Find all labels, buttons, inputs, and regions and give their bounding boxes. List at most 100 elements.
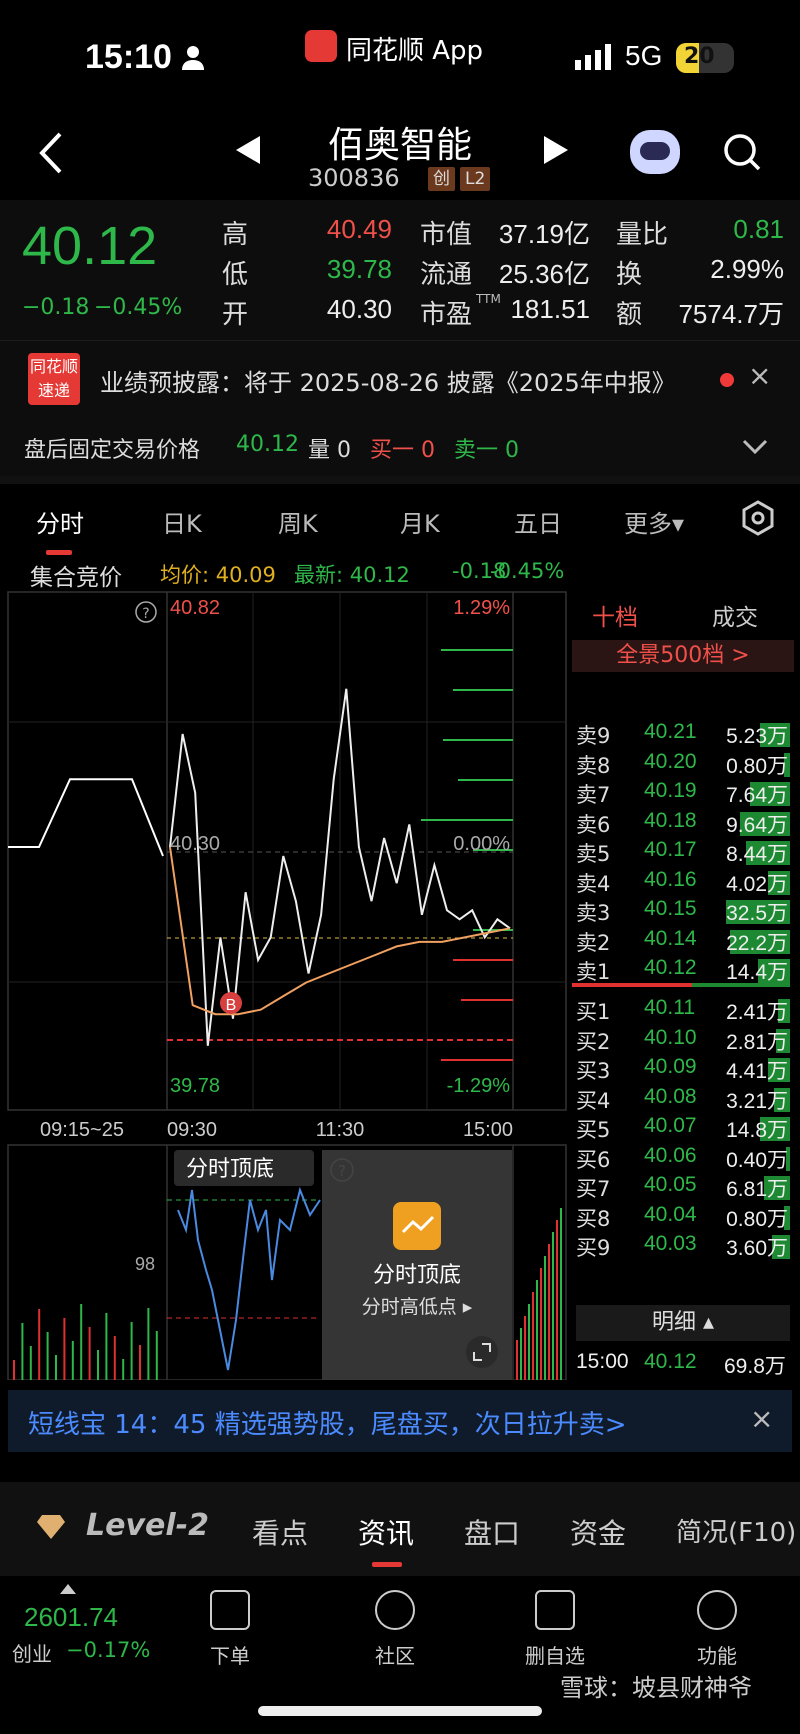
buy-level-volume: 3.21万 [726, 1089, 788, 1113]
order-volume-bars [421, 649, 513, 1061]
tab-more[interactable]: 更多▾ [624, 504, 684, 539]
sell-level-row[interactable]: 卖5 40.17 8.44万 [576, 838, 790, 868]
stock-code: 300836 [308, 164, 400, 192]
assistant-robot-icon[interactable] [630, 130, 680, 174]
chart-tabs: 分时 日K 周K 月K 五日 更多▾ [0, 476, 800, 555]
buy-level-row[interactable]: 买7 40.05 6.81万 [576, 1173, 790, 1203]
buy-level-volume: 2.81万 [726, 1030, 788, 1054]
price-change-pct: −0.45% [94, 295, 183, 320]
battery-icon: 20 [676, 43, 734, 73]
stock-header: 佰奥智能 300836 创 L2 [0, 110, 800, 200]
search-icon[interactable] [722, 132, 762, 172]
promo-banner[interactable]: 短线宝 14：45 精选强势股，尾盘买，次日拉升卖> × [8, 1390, 792, 1452]
tab-intraday[interactable]: 分时 [36, 504, 84, 539]
buy-level-price: 40.11 [644, 996, 695, 1019]
home-indicator[interactable] [258, 1706, 542, 1716]
after-hours-bid: 买一 0 [370, 438, 435, 463]
sell-level-row[interactable]: 卖1 40.12 14.4万 [576, 956, 790, 986]
sell-level-row[interactable]: 卖4 40.16 4.02万 [576, 868, 790, 898]
buy-level-row[interactable]: 买8 40.04 0.80万 [576, 1203, 790, 1233]
after-hours-price: 40.12 [236, 432, 299, 457]
latest-change-pct: -0.45% [490, 559, 565, 583]
index-up-icon [60, 1584, 76, 1594]
network-type: 5G [625, 40, 663, 71]
buy-level-row[interactable]: 买5 40.07 14.8万 [576, 1114, 790, 1144]
float-label: 流通 [420, 260, 473, 290]
logo-bottom-text: 速递 [37, 381, 70, 400]
index-value[interactable]: 2601.74 [24, 1602, 118, 1633]
expand-icon [466, 1336, 498, 1368]
board-tag: 创 [428, 167, 455, 191]
sell-level-label: 卖5 [576, 842, 611, 866]
app-name: 同花顺 App [346, 36, 484, 66]
nav-level2[interactable]: Level-2 [86, 1508, 209, 1543]
index-change: −0.17% [66, 1638, 151, 1662]
sell-level-volume: 8.44万 [726, 843, 788, 866]
full-depth-link[interactable]: 全景500档 > [572, 640, 794, 672]
sell-level-volume: 32.5万 [726, 902, 788, 925]
buy-level-volume: 3.60万 [726, 1237, 788, 1260]
indicator-series-line [177, 1186, 321, 1371]
settings-hexagon-icon[interactable] [740, 500, 776, 536]
tab-trades[interactable]: 成交 [712, 598, 758, 632]
sell-level-row[interactable]: 卖8 40.20 0.80万 [576, 750, 790, 780]
earnings-notice[interactable]: 同花顺速递 业绩预披露：将于 2025-08-26 披露《2025年中报》 × [0, 340, 800, 418]
last-trade-volume: 69.8万 [724, 1355, 786, 1378]
bid-ask-divider [572, 983, 790, 987]
float-value: 25.36亿 [498, 259, 590, 289]
intraday-chart[interactable]: B ? 40.82 40.30 39.78 1.29% 0.00% -1.29%… [0, 590, 572, 1380]
tab-ten-levels[interactable]: 十档 [592, 598, 638, 632]
tab-weekly[interactable]: 周K [278, 504, 318, 539]
sell-level-volume: 4.02万 [726, 872, 788, 896]
buy-level-row[interactable]: 买9 40.03 3.60万 [576, 1232, 790, 1262]
tab-monthly[interactable]: 月K [400, 504, 440, 539]
functions-button[interactable]: 功能 [672, 1590, 762, 1669]
sell-level-label: 卖4 [576, 871, 611, 896]
sell-level-row[interactable]: 卖9 40.21 5.23万 [576, 720, 790, 750]
buy-level-row[interactable]: 买4 40.08 3.21万 [576, 1085, 790, 1115]
buy-level-row[interactable]: 买1 40.11 2.41万 [576, 996, 790, 1026]
sell-level-row[interactable]: 卖7 40.19 7.64万 [576, 779, 790, 809]
remove-watch-button[interactable]: 删自选 [510, 1590, 600, 1669]
chevron-down-icon[interactable] [742, 438, 768, 456]
status-bar: 15:10 同花顺 App 5G 20 [0, 0, 800, 110]
after-hours-row[interactable]: 盘后固定交易价格 40.12 量 0 买一 0 卖一 0 [0, 418, 800, 476]
notice-close-icon[interactable]: × [748, 359, 771, 392]
nav-orderbook[interactable]: 盘口 [464, 1512, 520, 1552]
chart-info-line: 集合竞价 均价: 40.09 最新: 40.12 -0.18 -0.45% [0, 556, 800, 591]
nav-funds[interactable]: 资金 [570, 1512, 626, 1552]
buy-level-volume: 14.8万 [726, 1119, 788, 1142]
buy-level-row[interactable]: 买6 40.06 0.40万 [576, 1144, 790, 1174]
next-stock-icon[interactable] [544, 136, 568, 164]
nav-profile[interactable]: 简况(F10) [676, 1512, 796, 1549]
promo-close-icon[interactable]: × [750, 1402, 773, 1435]
detail-toggle[interactable]: 明细 ▴ [576, 1305, 790, 1341]
buy-level-row[interactable]: 买3 40.09 4.41万 [576, 1055, 790, 1085]
tab-daily[interactable]: 日K [162, 504, 202, 539]
buy-level-label: 买7 [576, 1177, 611, 1201]
tab-five-day[interactable]: 五日 [514, 504, 562, 539]
buy-level-label: 买1 [576, 1000, 611, 1024]
pe-value: 181.51 [510, 294, 590, 324]
nav-highlights[interactable]: 看点 [252, 1512, 308, 1552]
sell-level-row[interactable]: 卖6 40.18 9.64万 [576, 809, 790, 839]
x-tick-noon: 11:30 [316, 1119, 365, 1141]
buy-level-label: 买8 [576, 1206, 611, 1231]
bottom-toolbar: 2601.74 创业 −0.17% 下单 社区 删自选 功能 雪球：坡县财神爷 [0, 1576, 800, 1734]
unread-dot [720, 373, 734, 387]
notice-text: 业绩预披露：将于 2025-08-26 披露《2025年中报》 [100, 369, 676, 397]
last-trade-price: 40.12 [644, 1350, 697, 1373]
sell-level-label: 卖7 [576, 783, 611, 807]
quote-panel: 40.12 −0.18 −0.45% 高 40.49 低 39.78 开 40.… [0, 200, 800, 340]
last-trade-time: 15:00 [576, 1350, 629, 1373]
sell-level-row[interactable]: 卖2 40.14 22.2万 [576, 927, 790, 957]
logo-top-text: 同花顺 [29, 357, 78, 376]
sell-level-label: 卖2 [576, 930, 611, 955]
buy-level-label: 买9 [576, 1236, 611, 1260]
buy-level-volume: 0.40万 [726, 1148, 788, 1172]
community-button[interactable]: 社区 [350, 1590, 440, 1669]
sell-level-row[interactable]: 卖3 40.15 32.5万 [576, 897, 790, 927]
order-button[interactable]: 下单 [185, 1590, 275, 1669]
buy-level-row[interactable]: 买2 40.10 2.81万 [576, 1026, 790, 1056]
nav-news[interactable]: 资讯 [358, 1512, 414, 1552]
